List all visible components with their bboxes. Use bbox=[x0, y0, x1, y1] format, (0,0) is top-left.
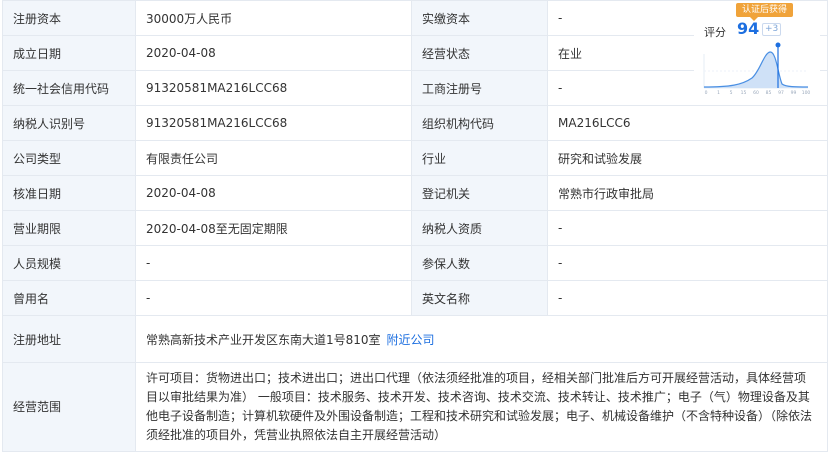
field-label: 纳税人识别号 bbox=[2, 105, 136, 141]
axis-tick-label: 15 bbox=[741, 90, 747, 96]
field-value: 常熟市行政审批局 bbox=[547, 175, 828, 211]
field-value: 2020-04-08 bbox=[135, 35, 412, 71]
field-value: - bbox=[547, 210, 828, 246]
field-value: - bbox=[135, 280, 412, 316]
field-value: - bbox=[135, 245, 412, 281]
field-label: 实缴资本 bbox=[411, 0, 548, 36]
nearby-companies-link[interactable]: 附近公司 bbox=[387, 333, 435, 347]
field-value: MA216LCC6 bbox=[547, 105, 828, 141]
axis-tick-label: 97 bbox=[778, 90, 784, 96]
score-distribution-chart: 0 1 5 15 60 85 97 99 100 bbox=[703, 42, 811, 96]
field-value: 2020-04-08至无固定期限 bbox=[135, 210, 412, 246]
field-label: 成立日期 bbox=[2, 35, 136, 71]
field-value: - bbox=[547, 280, 828, 316]
field-label: 参保人数 bbox=[411, 245, 548, 281]
score-panel[interactable]: 认证后获得 评分 94 +3 0 1 5 15 60 85 97 99 100 bbox=[694, 2, 820, 98]
field-label: 英文名称 bbox=[411, 280, 548, 316]
field-label: 纳税人资质 bbox=[411, 210, 548, 246]
axis-tick-label: 100 bbox=[802, 90, 811, 96]
table-row: 曾用名 - 英文名称 - bbox=[2, 280, 828, 316]
axis-tick-label: 60 bbox=[753, 90, 759, 96]
table-row: 纳税人识别号 91320581MA216LCC68 组织机构代码 MA216LCC6 bbox=[2, 105, 828, 141]
field-label: 公司类型 bbox=[2, 140, 136, 176]
table-row: 人员规模 - 参保人数 - bbox=[2, 245, 828, 281]
company-info-panel: 注册资本 30000万人民币 实缴资本 - 成立日期 2020-04-08 经营状态 在业 统一… bbox=[0, 0, 830, 452]
field-label: 营业期限 bbox=[2, 210, 136, 246]
field-value: 91320581MA216LCC68 bbox=[135, 105, 412, 141]
axis-tick-label: 0 bbox=[705, 90, 708, 96]
address-value: 常熟高新技术产业开发区东南大道1号810室 附近公司 bbox=[135, 315, 828, 363]
field-value: 2020-04-08 bbox=[135, 175, 412, 211]
scope-label: 经营范围 bbox=[2, 362, 136, 452]
table-row: 经营范围 许可项目：货物进出口；技术进出口；进出口代理（依法须经批准的项目，经相… bbox=[2, 362, 828, 452]
table-row: 核准日期 2020-04-08 登记机关 常熟市行政审批局 bbox=[2, 175, 828, 211]
score-delta: +3 bbox=[762, 23, 782, 36]
field-label: 行业 bbox=[411, 140, 548, 176]
address-label: 注册地址 bbox=[2, 315, 136, 363]
table-row: 公司类型 有限责任公司 行业 研究和试验发展 bbox=[2, 140, 828, 176]
axis-tick-label: 99 bbox=[791, 90, 797, 96]
distribution-area bbox=[704, 51, 808, 88]
address-text: 常熟高新技术产业开发区东南大道1号810室 bbox=[146, 332, 381, 347]
field-label: 工商注册号 bbox=[411, 70, 548, 106]
table-row: 注册地址 常熟高新技术产业开发区东南大道1号810室 附近公司 bbox=[2, 315, 828, 363]
field-label: 统一社会信用代码 bbox=[2, 70, 136, 106]
axis-tick-label: 5 bbox=[730, 90, 733, 96]
field-value: 有限责任公司 bbox=[135, 140, 412, 176]
field-value: - bbox=[547, 245, 828, 281]
field-label: 登记机关 bbox=[411, 175, 548, 211]
table-row: 营业期限 2020-04-08至无固定期限 纳税人资质 - bbox=[2, 210, 828, 246]
field-value: 91320581MA216LCC68 bbox=[135, 70, 412, 106]
field-label: 人员规模 bbox=[2, 245, 136, 281]
field-value: 研究和试验发展 bbox=[547, 140, 828, 176]
field-label: 核准日期 bbox=[2, 175, 136, 211]
field-value: 30000万人民币 bbox=[135, 0, 412, 36]
field-label: 组织机构代码 bbox=[411, 105, 548, 141]
score-marker-dot bbox=[775, 42, 781, 48]
score-value: 94 bbox=[737, 19, 760, 38]
certify-badge: 认证后获得 bbox=[736, 3, 794, 21]
scope-value: 许可项目：货物进出口；技术进出口；进出口代理（依法须经批准的项目，经相关部门批准… bbox=[135, 362, 828, 452]
axis-tick-label: 85 bbox=[766, 90, 772, 96]
field-label: 经营状态 bbox=[411, 35, 548, 71]
field-label: 注册资本 bbox=[2, 0, 136, 36]
field-label: 曾用名 bbox=[2, 280, 136, 316]
axis-tick-label: 1 bbox=[717, 90, 720, 96]
